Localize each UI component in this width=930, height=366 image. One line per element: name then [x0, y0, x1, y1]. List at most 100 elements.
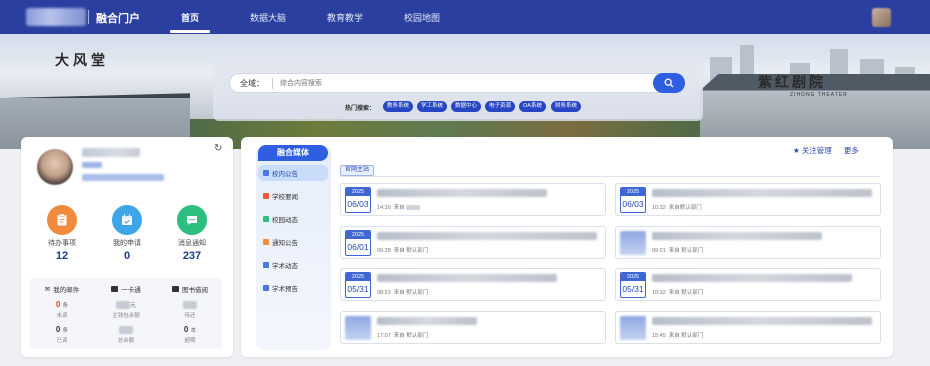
total-balance-blurred [119, 325, 133, 334]
search-input[interactable] [280, 76, 620, 91]
mini-head-label: 图书借阅 [182, 287, 208, 294]
news-meta: 09:01 来自 默认部门 [652, 246, 703, 254]
news-source: 来自 默认部门 [668, 290, 704, 296]
menu-item-school-news[interactable]: 学校要闻 [258, 188, 328, 204]
news-item[interactable]: 2025 05/31 08:53 来自 默认部门 [340, 268, 606, 301]
menu-item-academic-updates[interactable]: 学术动态 [258, 257, 328, 273]
balance-blurred [116, 300, 131, 309]
right-building-subtitle: ZIHONG THEATER [790, 92, 848, 98]
menu-item-label: 校内公告 [272, 171, 298, 178]
news-source: 来自 默认部门 [668, 333, 704, 339]
tab-divider [340, 176, 880, 177]
tab-official-site[interactable]: 官网主站 [340, 165, 375, 176]
mini-sub-label: 超期 [184, 338, 196, 344]
news-source: 来自 [393, 205, 405, 211]
news-time: 08:53 [377, 290, 391, 296]
updates-icon [263, 216, 269, 222]
calendar-icon [112, 205, 142, 235]
news-item[interactable]: 09:01 来自 默认部门 [615, 226, 881, 259]
nav-item-education[interactable]: 教育教学 [327, 11, 363, 24]
logo-divider [88, 10, 89, 24]
news-source: 来自 默认部门 [668, 248, 704, 254]
news-title-blurred [652, 232, 822, 240]
stat-value: 237 [182, 250, 202, 262]
library-summary[interactable]: 图书借阅 待还 0 本 超期 [160, 284, 220, 344]
nav-item-campus-map[interactable]: 校园地图 [404, 11, 440, 24]
stat-value: 12 [55, 250, 69, 262]
hot-search-tag[interactable]: OA系统 [519, 101, 546, 112]
search-icon [664, 78, 674, 88]
news-title-blurred [377, 317, 477, 325]
news-meta: 10:32 来自 默认部门 [652, 288, 703, 296]
message-icon [177, 205, 207, 235]
user-department-blurred [82, 174, 164, 181]
menu-item-academic-preview[interactable]: 学术预告 [258, 280, 328, 296]
menu-item-announcements[interactable]: 通知公告 [258, 234, 328, 250]
news-time: 15:45 [652, 333, 666, 339]
user-info-card: ↻ 待办事项 12 我的申请 0 消息通知 237 ✉ 我的邮件 0 条 未读 0… [21, 137, 233, 357]
news-year: 2025 [621, 188, 645, 196]
mini-unit: 条 [62, 303, 69, 309]
hot-search-tag[interactable]: 财务系统 [551, 101, 582, 112]
news-source: 来自 默认部门 [393, 248, 429, 254]
stat-todo[interactable]: 待办事项 12 [32, 205, 92, 262]
more-link[interactable]: 更多 [844, 145, 859, 156]
search-button[interactable] [653, 73, 685, 93]
university-logo[interactable] [26, 8, 86, 26]
right-building-sign: 紫红剧院 [758, 75, 826, 91]
news-date: 2025 06/01 [345, 230, 371, 256]
card-summary[interactable]: 一卡通 元 主钱包余额 总余额 [96, 284, 156, 344]
menu-item-campus-notice[interactable]: 校内公告 [258, 165, 328, 181]
user-role-blurred [82, 162, 102, 168]
nav-item-home[interactable]: 首页 [181, 11, 199, 24]
mail-summary[interactable]: ✉ 我的邮件 0 条 未读 0 条 已读 [32, 284, 92, 344]
news-item[interactable]: 17:07 来自 默认部门 [340, 311, 606, 344]
mail-unread-count: 0 [55, 300, 61, 309]
hot-search-tag[interactable]: 学工系统 [417, 101, 448, 112]
news-title-blurred [652, 189, 872, 197]
user-avatar[interactable] [37, 149, 73, 185]
search-panel: 全域： 热门搜索： 教务系统 学工系统 数据中心 电子资源 OA系统 财务系统 [213, 57, 703, 121]
hot-search-tag[interactable]: 数据中心 [451, 101, 482, 112]
hot-search-tag[interactable]: 电子资源 [485, 101, 516, 112]
news-day: 05/31 [347, 284, 369, 294]
news-day: 06/03 [622, 199, 644, 209]
media-side-menu: 融合媒体 校内公告 学校要闻 校园动态 通知公告 学术动态 学术预告 [256, 145, 331, 350]
news-year: 2025 [346, 231, 370, 239]
search-scope-label[interactable]: 全域： [240, 78, 264, 89]
stat-messages[interactable]: 消息通知 237 [162, 205, 222, 262]
menu-item-campus-updates[interactable]: 校园动态 [258, 211, 328, 227]
search-separator [272, 78, 273, 89]
card-icon [111, 286, 119, 292]
news-year: 2025 [346, 188, 370, 196]
news-time: 10:32 [652, 290, 666, 296]
stat-value: 0 [123, 250, 131, 262]
quick-info-panel: ✉ 我的邮件 0 条 未读 0 条 已读 一卡通 元 主钱包余额 总余额 图书借阅… [30, 278, 222, 349]
stat-applications[interactable]: 我的申请 0 [97, 205, 157, 262]
hot-search-tag[interactable]: 教务系统 [383, 101, 414, 112]
menu-item-label: 学术动态 [272, 263, 298, 270]
menu-item-label: 学术预告 [272, 286, 298, 293]
news-title-blurred [652, 317, 872, 325]
stat-label: 待办事项 [48, 240, 76, 247]
news-meta: 15:45 来自 默认部门 [652, 331, 703, 339]
news-item[interactable]: 15:45 来自 默认部门 [615, 311, 881, 344]
news-day: 05/31 [622, 284, 644, 294]
news-source: 来自 默认部门 [393, 333, 429, 339]
news-item[interactable]: 2025 05/31 10:32 来自 默认部门 [615, 268, 881, 301]
book-icon [172, 286, 179, 292]
follow-manage-link[interactable]: ★ 关注管理 [793, 145, 832, 156]
news-item[interactable]: 2025 06/01 09:28 来自 默认部门 [340, 226, 606, 259]
announcement-icon [263, 239, 269, 245]
news-item[interactable]: 2025 06/03 14:30 来自 [340, 183, 606, 216]
mail-read-count: 0 [55, 325, 61, 334]
refresh-icon[interactable]: ↻ [214, 143, 222, 154]
follow-manage-label: 关注管理 [801, 146, 832, 155]
due-count-blurred [183, 300, 197, 309]
news-item[interactable]: 2025 06/03 10:32 来自默认部门 [615, 183, 881, 216]
user-avatar-top[interactable] [872, 8, 891, 27]
nav-item-data-brain[interactable]: 数据大脑 [250, 11, 286, 24]
mini-unit: 条 [62, 328, 69, 334]
stat-label: 我的申请 [113, 240, 141, 247]
news-date: 2025 05/31 [345, 272, 371, 298]
